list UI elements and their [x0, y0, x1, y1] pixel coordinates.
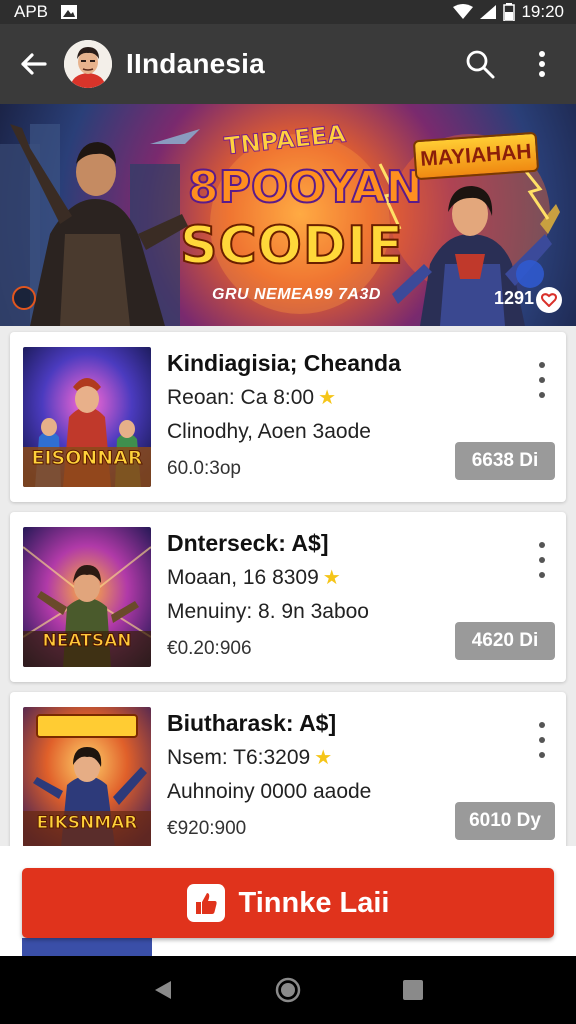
game-time: €920:900	[167, 818, 247, 839]
more-vertical-icon	[539, 51, 545, 77]
next-item-peek	[22, 938, 152, 956]
game-meta-text: Nsem: T6:3209	[167, 746, 311, 769]
banner-headline-mid: 8POOYAN	[187, 161, 424, 214]
price-button[interactable]: 6638 Di	[455, 442, 555, 480]
game-time: 60.0:3op	[167, 458, 241, 479]
star-icon: ★	[318, 387, 337, 409]
signal-icon	[480, 5, 497, 19]
game-name: Biutharask: A$]	[167, 710, 337, 736]
primary-action-label: Tinnke Laii	[238, 886, 390, 919]
dot	[539, 752, 545, 758]
game-description: Clinodhy, Aoen 3aode	[167, 420, 371, 443]
thumbnail-title: EIKSNMAR	[36, 813, 138, 834]
search-icon	[466, 50, 495, 79]
banner-caption: GRU NEMEA99 7A3D	[212, 286, 381, 303]
thumbnail-title: NEATSAN	[42, 631, 132, 652]
game-name: Dnterseck: A$]	[167, 530, 329, 556]
featured-banner[interactable]: TNPAEEA 8POOYAN SCODIE MAYIAHAH GRU NEME…	[0, 104, 576, 326]
dot	[539, 377, 545, 383]
game-card[interactable]: NEATSAN Dnterseck: A$] Moaan, 16 8309 ★ M…	[10, 512, 566, 682]
avatar-portrait-icon	[64, 40, 112, 88]
battery-icon	[503, 3, 516, 21]
game-thumbnail: EIKSNMAR	[23, 707, 151, 847]
status-bar-right: 19:20	[453, 2, 564, 22]
screen: APB 19:20 IIndanesia TNPAEEA 8POOYAN SCO…	[0, 0, 576, 1024]
arrow-left-icon	[21, 53, 47, 75]
game-card[interactable]: EISONNAR Kindiagisia; Cheanda Reoan: Ca …	[10, 332, 566, 502]
nav-home-button[interactable]	[268, 970, 308, 1010]
search-button[interactable]	[460, 44, 500, 84]
back-button[interactable]	[16, 47, 50, 81]
clock: 19:20	[521, 2, 564, 21]
game-name: Kindiagisia; Cheanda	[167, 350, 401, 376]
card-menu-button[interactable]	[530, 360, 554, 400]
game-time: €0.20:906	[167, 638, 252, 659]
thumbnail-title: EISONNAR	[31, 447, 143, 470]
carrier-label: APB	[14, 2, 49, 21]
game-card[interactable]: EIKSNMAR Biutharask: A$] Nsem: T6:3209 ★ …	[10, 692, 566, 862]
dot	[539, 557, 545, 563]
price-button[interactable]: 6010 Dy	[455, 802, 555, 840]
dot	[539, 722, 545, 728]
banner-like-count: 1291	[494, 288, 535, 308]
banner-headline-big: SCODIE	[179, 215, 404, 277]
heart-icon	[541, 293, 557, 307]
game-thumbnail: EISONNAR	[23, 347, 151, 487]
status-bar: APB 19:20	[0, 0, 576, 24]
overflow-menu-button[interactable]	[522, 44, 562, 84]
dot	[539, 737, 545, 743]
app-bar: IIndanesia	[0, 24, 576, 104]
game-description: Menuiny: 8. 9n 3aboo	[167, 600, 369, 623]
star-icon: ★	[314, 747, 333, 769]
game-description: Auhnoiny 0000 aaode	[167, 780, 372, 803]
nav-recents-button[interactable]	[393, 970, 433, 1010]
price-button[interactable]: 4620 Di	[455, 622, 555, 660]
game-meta-line: Moaan, 16 8309 ★	[167, 566, 341, 590]
wifi-icon	[453, 4, 474, 19]
dot	[539, 392, 545, 398]
game-meta-text: Reoan: Ca 8:00	[167, 386, 315, 409]
like-button[interactable]	[536, 287, 562, 313]
thumbs-up-icon	[195, 893, 217, 914]
banner-play-icon[interactable]	[12, 286, 36, 310]
dot	[539, 542, 545, 548]
triangle-back-icon	[154, 981, 171, 999]
circle-home-icon	[275, 977, 301, 1003]
card-menu-button[interactable]	[530, 720, 554, 760]
nav-back-button[interactable]	[143, 970, 183, 1010]
page-title: IIndanesia	[126, 48, 265, 79]
avatar[interactable]	[64, 40, 112, 88]
square-recents-icon	[403, 980, 424, 1000]
game-thumbnail: NEATSAN	[23, 527, 151, 667]
dot	[539, 362, 545, 368]
game-meta-text: Moaan, 16 8309	[167, 566, 319, 589]
system-nav-bar	[0, 956, 576, 1024]
primary-action-button[interactable]: Tinnke Laii	[22, 868, 554, 938]
game-meta-line: Nsem: T6:3209 ★	[167, 746, 332, 770]
star-icon: ★	[322, 567, 341, 589]
dot	[539, 572, 545, 578]
image-notification-icon	[61, 5, 78, 19]
game-meta-line: Reoan: Ca 8:00 ★	[167, 386, 336, 410]
status-bar-left: APB	[14, 2, 78, 22]
card-menu-button[interactable]	[530, 540, 554, 580]
cta-icon	[186, 884, 225, 922]
